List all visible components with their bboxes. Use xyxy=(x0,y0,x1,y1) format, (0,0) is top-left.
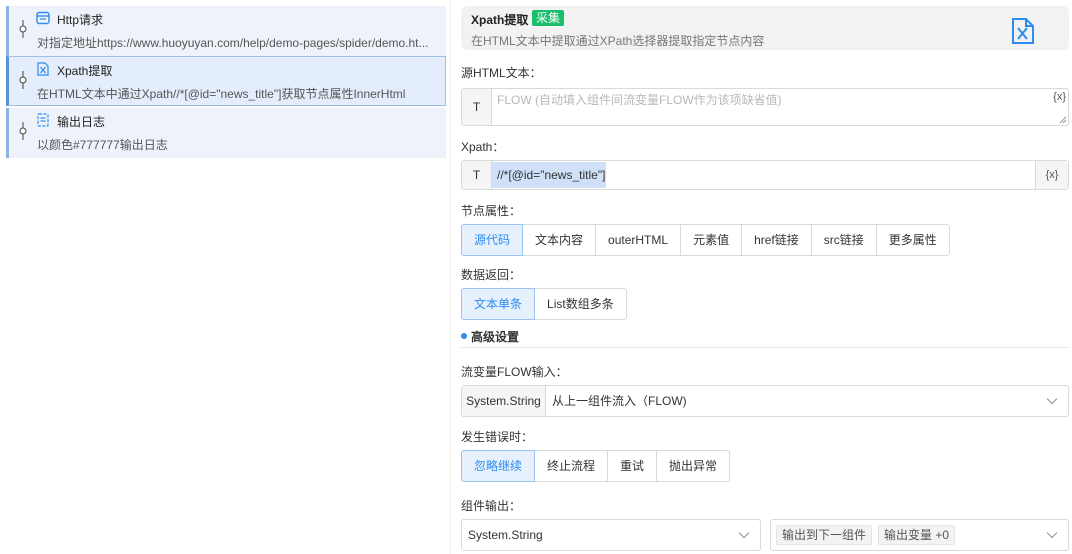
xpath-input[interactable]: T //*[@id="news_title"] {x} xyxy=(461,160,1069,190)
step-item-xpath[interactable]: Xpath提取 在HTML文本中通过Xpath//*[@id="news_tit… xyxy=(6,56,446,106)
node-attr-option[interactable]: href链接 xyxy=(741,224,812,256)
pin-icon xyxy=(19,122,27,140)
step-desc: 以颜色#777777输出日志 xyxy=(37,138,168,152)
output-type-select[interactable]: System.String xyxy=(461,519,761,551)
xpath-file-icon xyxy=(1012,18,1034,44)
step-desc: 在HTML文本中通过Xpath//*[@id="news_title"]获取节点… xyxy=(37,87,406,101)
step-title: Http请求 xyxy=(57,13,104,27)
step-item-http[interactable]: Http请求 对指定地址https://www.huoyuyan.com/hel… xyxy=(6,6,446,56)
variable-button[interactable]: {x} xyxy=(1053,91,1066,103)
flow-input-value: 从上一组件流入（FLOW) xyxy=(552,394,687,408)
chevron-down-icon xyxy=(1046,398,1058,405)
component-title: Xpath提取 xyxy=(471,13,529,27)
node-attr-option[interactable]: 更多属性 xyxy=(875,224,950,256)
component-desc: 在HTML文本中提取通过XPath选择器提取指定节点内容 xyxy=(471,34,765,48)
source-html-placeholder: FLOW (自动填入组件间流变量FLOW作为该项缺省值) xyxy=(497,93,782,107)
output-next-chip[interactable]: 输出到下一组件 xyxy=(776,525,873,545)
log-icon xyxy=(37,113,49,127)
category-tag: 采集 xyxy=(532,10,565,26)
component-header: Xpath提取 采集 在HTML文本中提取通过XPath选择器提取指定节点内容 xyxy=(461,6,1069,50)
chevron-down-icon xyxy=(738,532,750,539)
node-attr-label: 节点属性： xyxy=(461,204,522,218)
source-html-label: 源HTML文本： xyxy=(461,66,542,80)
xpath-label: Xpath： xyxy=(461,140,505,154)
on-error-radio-group: 忽略继续 终止流程 重试 抛出异常 xyxy=(461,450,731,482)
chevron-down-icon xyxy=(1046,532,1058,539)
type-prefix: T xyxy=(462,89,492,125)
pin-icon xyxy=(19,71,27,89)
http-icon xyxy=(36,11,50,25)
node-attr-option[interactable]: 元素值 xyxy=(680,224,743,256)
xpath-value: //*[@id="news_title"] xyxy=(492,162,606,188)
data-return-label: 数据返回： xyxy=(461,268,522,282)
flow-input-label: 流变量FLOW输入： xyxy=(461,365,568,379)
variable-button[interactable]: {x} xyxy=(1035,161,1068,189)
advanced-settings-section: 高级设置 xyxy=(461,328,1069,348)
data-return-radio-group: 文本单条 List数组多条 xyxy=(461,288,627,320)
step-desc: 对指定地址https://www.huoyuyan.com/help/demo-… xyxy=(37,36,429,50)
on-error-option[interactable]: 终止流程 xyxy=(534,450,609,482)
resize-handle-icon[interactable] xyxy=(1059,116,1067,124)
output-type-value: System.String xyxy=(468,528,543,542)
node-attr-radio-group: 源代码 文本内容 outerHTML 元素值 href链接 src链接 更多属性 xyxy=(461,224,950,256)
section-dot-icon xyxy=(461,333,467,339)
on-error-label: 发生错误时： xyxy=(461,430,534,444)
output-target-select[interactable]: 输出到下一组件 输出变量 +0 xyxy=(770,519,1069,551)
output-var-chip[interactable]: 输出变量 +0 xyxy=(878,525,956,545)
advanced-settings-title: 高级设置 xyxy=(471,330,520,344)
output-label: 组件输出： xyxy=(461,499,522,513)
node-attr-option[interactable]: 文本内容 xyxy=(522,224,597,256)
on-error-option[interactable]: 抛出异常 xyxy=(656,450,731,482)
data-return-option[interactable]: List数组多条 xyxy=(534,288,627,320)
on-error-option[interactable]: 重试 xyxy=(607,450,658,482)
config-panel: Xpath提取 采集 在HTML文本中提取通过XPath选择器提取指定节点内容 … xyxy=(461,0,1069,554)
step-item-log[interactable]: 输出日志 以颜色#777777输出日志 xyxy=(6,108,446,158)
data-return-option[interactable]: 文本单条 xyxy=(461,288,536,320)
xpath-icon xyxy=(37,62,49,76)
step-list: Http请求 对指定地址https://www.huoyuyan.com/hel… xyxy=(0,0,450,554)
node-attr-option[interactable]: 源代码 xyxy=(461,224,524,256)
type-prefix: T xyxy=(462,161,492,189)
node-attr-option[interactable]: src链接 xyxy=(810,224,877,256)
source-html-textarea[interactable]: T FLOW (自动填入组件间流变量FLOW作为该项缺省值) {x} xyxy=(461,88,1069,126)
pin-icon xyxy=(19,20,27,38)
panel-divider xyxy=(450,0,451,554)
node-attr-option[interactable]: outerHTML xyxy=(595,224,682,256)
flow-input-select[interactable]: System.String 从上一组件流入（FLOW) xyxy=(461,385,1069,417)
on-error-option[interactable]: 忽略继续 xyxy=(461,450,536,482)
step-title: 输出日志 xyxy=(57,115,106,129)
flow-input-type: System.String xyxy=(462,386,546,416)
step-title: Xpath提取 xyxy=(57,64,113,78)
